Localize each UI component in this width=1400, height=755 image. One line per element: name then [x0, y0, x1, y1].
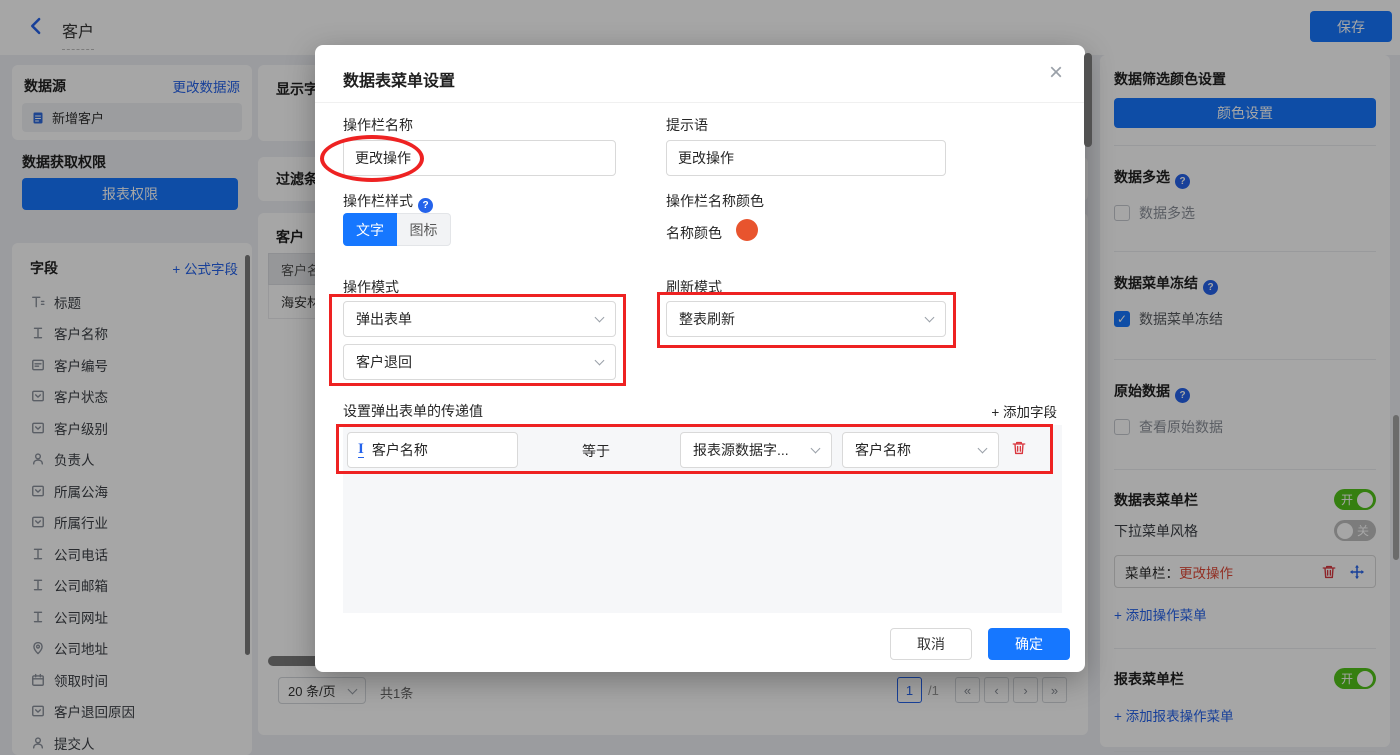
name-color-label: 操作栏名称颜色: [666, 193, 764, 209]
source-field-select[interactable]: 报表源数据字...: [680, 432, 832, 468]
cancel-button[interactable]: 取消: [890, 628, 972, 660]
select-value: 弹出表单: [356, 311, 412, 327]
delete-row-trash-icon[interactable]: [1011, 440, 1029, 458]
operation-mode-select[interactable]: 弹出表单: [343, 301, 616, 337]
tooltip-label: 提示语: [666, 117, 708, 133]
chevron-down-icon: [810, 443, 821, 454]
chevron-down-icon: [594, 312, 605, 323]
add-field-link[interactable]: + 添加字段: [991, 401, 1057, 421]
target-field-select[interactable]: 客户名称: [842, 432, 999, 468]
style-option-icon[interactable]: 图标: [397, 213, 451, 246]
action-bar-name-label: 操作栏名称: [343, 117, 413, 133]
style-segmented-control: 文字 图标: [343, 213, 451, 246]
operator-label: 等于: [582, 443, 610, 459]
transfer-values-panel: I 客户名称 等于 报表源数据字... 客户名称: [343, 425, 1062, 613]
close-icon[interactable]: ×: [1049, 59, 1063, 87]
modal-scrollbar[interactable]: [1084, 53, 1092, 147]
help-icon[interactable]: ?: [418, 198, 433, 213]
style-label: 操作栏样式?: [343, 191, 433, 213]
style-option-text[interactable]: 文字: [343, 213, 397, 246]
confirm-button[interactable]: 确定: [988, 628, 1070, 660]
refresh-mode-select[interactable]: 整表刷新: [666, 301, 946, 337]
chevron-down-icon: [594, 355, 605, 366]
name-color-text: 名称颜色: [666, 225, 722, 241]
window-scrollbar[interactable]: [1393, 415, 1399, 560]
action-bar-name-input[interactable]: [343, 140, 616, 176]
operation-mode-label: 操作模式: [343, 279, 399, 295]
table-menu-settings-dialog: 数据表菜单设置 × 操作栏名称 提示语 操作栏样式? 文字 图标 操作栏名称颜色…: [315, 45, 1085, 672]
chevron-down-icon: [924, 312, 935, 323]
dialog-title: 数据表菜单设置: [343, 73, 456, 90]
divider: [315, 102, 1085, 103]
transfer-values-label: 设置弹出表单的传递值: [343, 403, 483, 419]
select-value: 报表源数据字...: [693, 442, 789, 458]
transfer-field-value: 客户名称: [371, 442, 428, 458]
tooltip-input[interactable]: [666, 140, 946, 176]
text-field-icon: I: [358, 441, 364, 458]
select-value: 客户名称: [855, 442, 911, 458]
transfer-field-input[interactable]: I 客户名称: [347, 432, 518, 468]
operation-target-select[interactable]: 客户退回: [343, 344, 616, 380]
select-value: 整表刷新: [679, 311, 735, 327]
select-value: 客户退回: [356, 354, 412, 370]
refresh-mode-label: 刷新模式: [666, 279, 722, 295]
chevron-down-icon: [977, 443, 988, 454]
color-swatch[interactable]: [736, 219, 758, 241]
